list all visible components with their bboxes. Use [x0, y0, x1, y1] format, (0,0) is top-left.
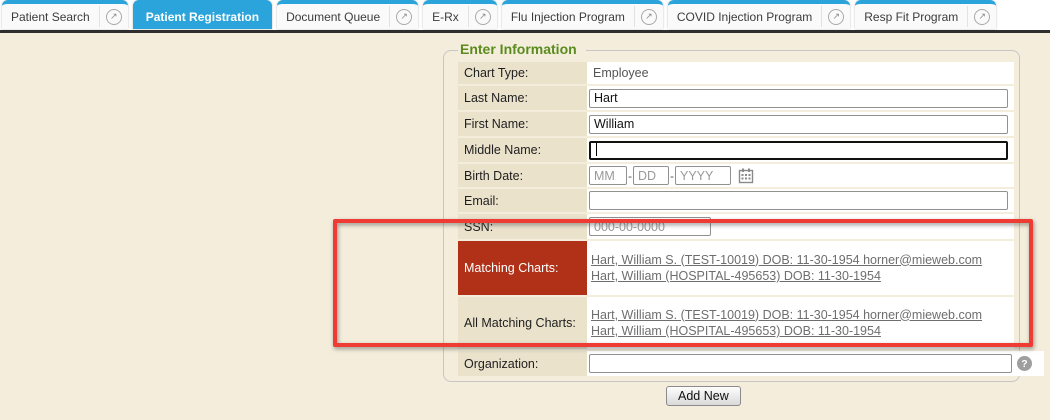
tab-label: Flu Injection Program	[502, 4, 634, 29]
birth-year-input[interactable]	[675, 166, 731, 185]
tab-label: Document Queue	[277, 4, 389, 29]
tab-label: Resp Fit Program	[855, 4, 967, 29]
last-name-row: Last Name:	[458, 86, 1044, 110]
enter-information-fieldset: Enter Information Chart Type: Employee L…	[443, 50, 1020, 382]
email-input[interactable]	[589, 191, 1008, 210]
tab-e-rx[interactable]: E-Rx ↗	[423, 0, 497, 29]
birth-date-row: Birth Date: - -	[458, 164, 1044, 187]
tab-resp-fit-program[interactable]: Resp Fit Program ↗	[855, 0, 996, 29]
popout-icon[interactable]: ↗	[469, 4, 497, 29]
tab-patient-search[interactable]: Patient Search ↗	[2, 0, 128, 29]
matching-charts-row: Matching Charts: Hart, William S. (TEST-…	[458, 241, 1044, 295]
tab-bar: Patient Search ↗ Patient Registration Do…	[0, 0, 1050, 33]
middle-name-label: Middle Name:	[458, 138, 587, 162]
organization-input[interactable]	[589, 354, 1012, 373]
popout-icon[interactable]: ↗	[822, 4, 850, 29]
all-matching-charts-row: All Matching Charts: Hart, William S. (T…	[458, 297, 1044, 349]
matching-chart-link[interactable]: Hart, William S. (TEST-10019) DOB: 11-30…	[591, 307, 982, 324]
popout-icon[interactable]: ↗	[968, 4, 996, 29]
text-caret	[596, 143, 597, 156]
tab-flu-injection-program[interactable]: Flu Injection Program ↗	[502, 0, 663, 29]
popout-arrow-icon: ↗	[641, 9, 657, 25]
date-separator: -	[628, 169, 632, 183]
matching-chart-link[interactable]: Hart, William (HOSPITAL-495653) DOB: 11-…	[591, 268, 881, 285]
first-name-input[interactable]	[589, 115, 1008, 134]
chart-type-value: Employee	[589, 66, 649, 80]
popout-icon[interactable]: ↗	[390, 4, 418, 29]
fieldset-legend: Enter Information	[458, 41, 586, 57]
tab-label: E-Rx	[423, 4, 468, 29]
date-separator: -	[670, 169, 674, 183]
middle-name-input[interactable]	[589, 141, 1008, 160]
popout-arrow-icon: ↗	[106, 9, 122, 25]
first-name-row: First Name:	[458, 112, 1044, 136]
popout-arrow-icon: ↗	[396, 9, 412, 25]
patient-registration-screen: Patient Search ↗ Patient Registration Do…	[0, 0, 1050, 420]
popout-arrow-icon: ↗	[828, 9, 844, 25]
calendar-icon[interactable]	[738, 168, 754, 184]
birth-day-input[interactable]	[633, 166, 669, 185]
email-label: Email:	[458, 189, 587, 212]
add-new-button[interactable]: Add New	[666, 386, 741, 406]
popout-arrow-icon: ↗	[974, 9, 990, 25]
popout-icon[interactable]: ↗	[635, 4, 663, 29]
tab-covid-injection-program[interactable]: COVID Injection Program ↗	[668, 0, 850, 29]
matching-chart-link[interactable]: Hart, William S. (TEST-10019) DOB: 11-30…	[591, 252, 982, 269]
chart-type-row: Chart Type: Employee	[458, 62, 1044, 84]
last-name-label: Last Name:	[458, 86, 587, 110]
organization-row: Organization: ?	[458, 351, 1044, 376]
matching-charts-label: Matching Charts:	[458, 241, 587, 295]
tab-label: Patient Search	[2, 4, 99, 29]
ssn-label: SSN:	[458, 214, 587, 239]
ssn-input[interactable]	[589, 217, 711, 236]
chart-type-label: Chart Type:	[458, 62, 587, 84]
popout-icon[interactable]: ↗	[100, 4, 128, 29]
birth-month-input[interactable]	[589, 166, 627, 185]
last-name-input[interactable]	[589, 89, 1008, 108]
first-name-label: First Name:	[458, 112, 587, 136]
popout-arrow-icon: ↗	[475, 9, 491, 25]
tab-label: Patient Registration	[133, 4, 272, 29]
tab-label: COVID Injection Program	[668, 4, 821, 29]
middle-name-row: Middle Name:	[458, 138, 1044, 162]
tab-document-queue[interactable]: Document Queue ↗	[277, 0, 418, 29]
registration-form: Chart Type: Employee Last Name: First Na…	[458, 62, 1044, 376]
birth-date-label: Birth Date:	[458, 164, 587, 187]
ssn-row: SSN:	[458, 214, 1044, 239]
organization-label: Organization:	[458, 351, 587, 376]
matching-chart-link[interactable]: Hart, William (HOSPITAL-495653) DOB: 11-…	[591, 323, 881, 340]
all-matching-charts-label: All Matching Charts:	[458, 297, 587, 349]
tab-patient-registration[interactable]: Patient Registration	[133, 0, 272, 29]
help-icon[interactable]: ?	[1017, 356, 1032, 371]
email-row: Email:	[458, 189, 1044, 212]
